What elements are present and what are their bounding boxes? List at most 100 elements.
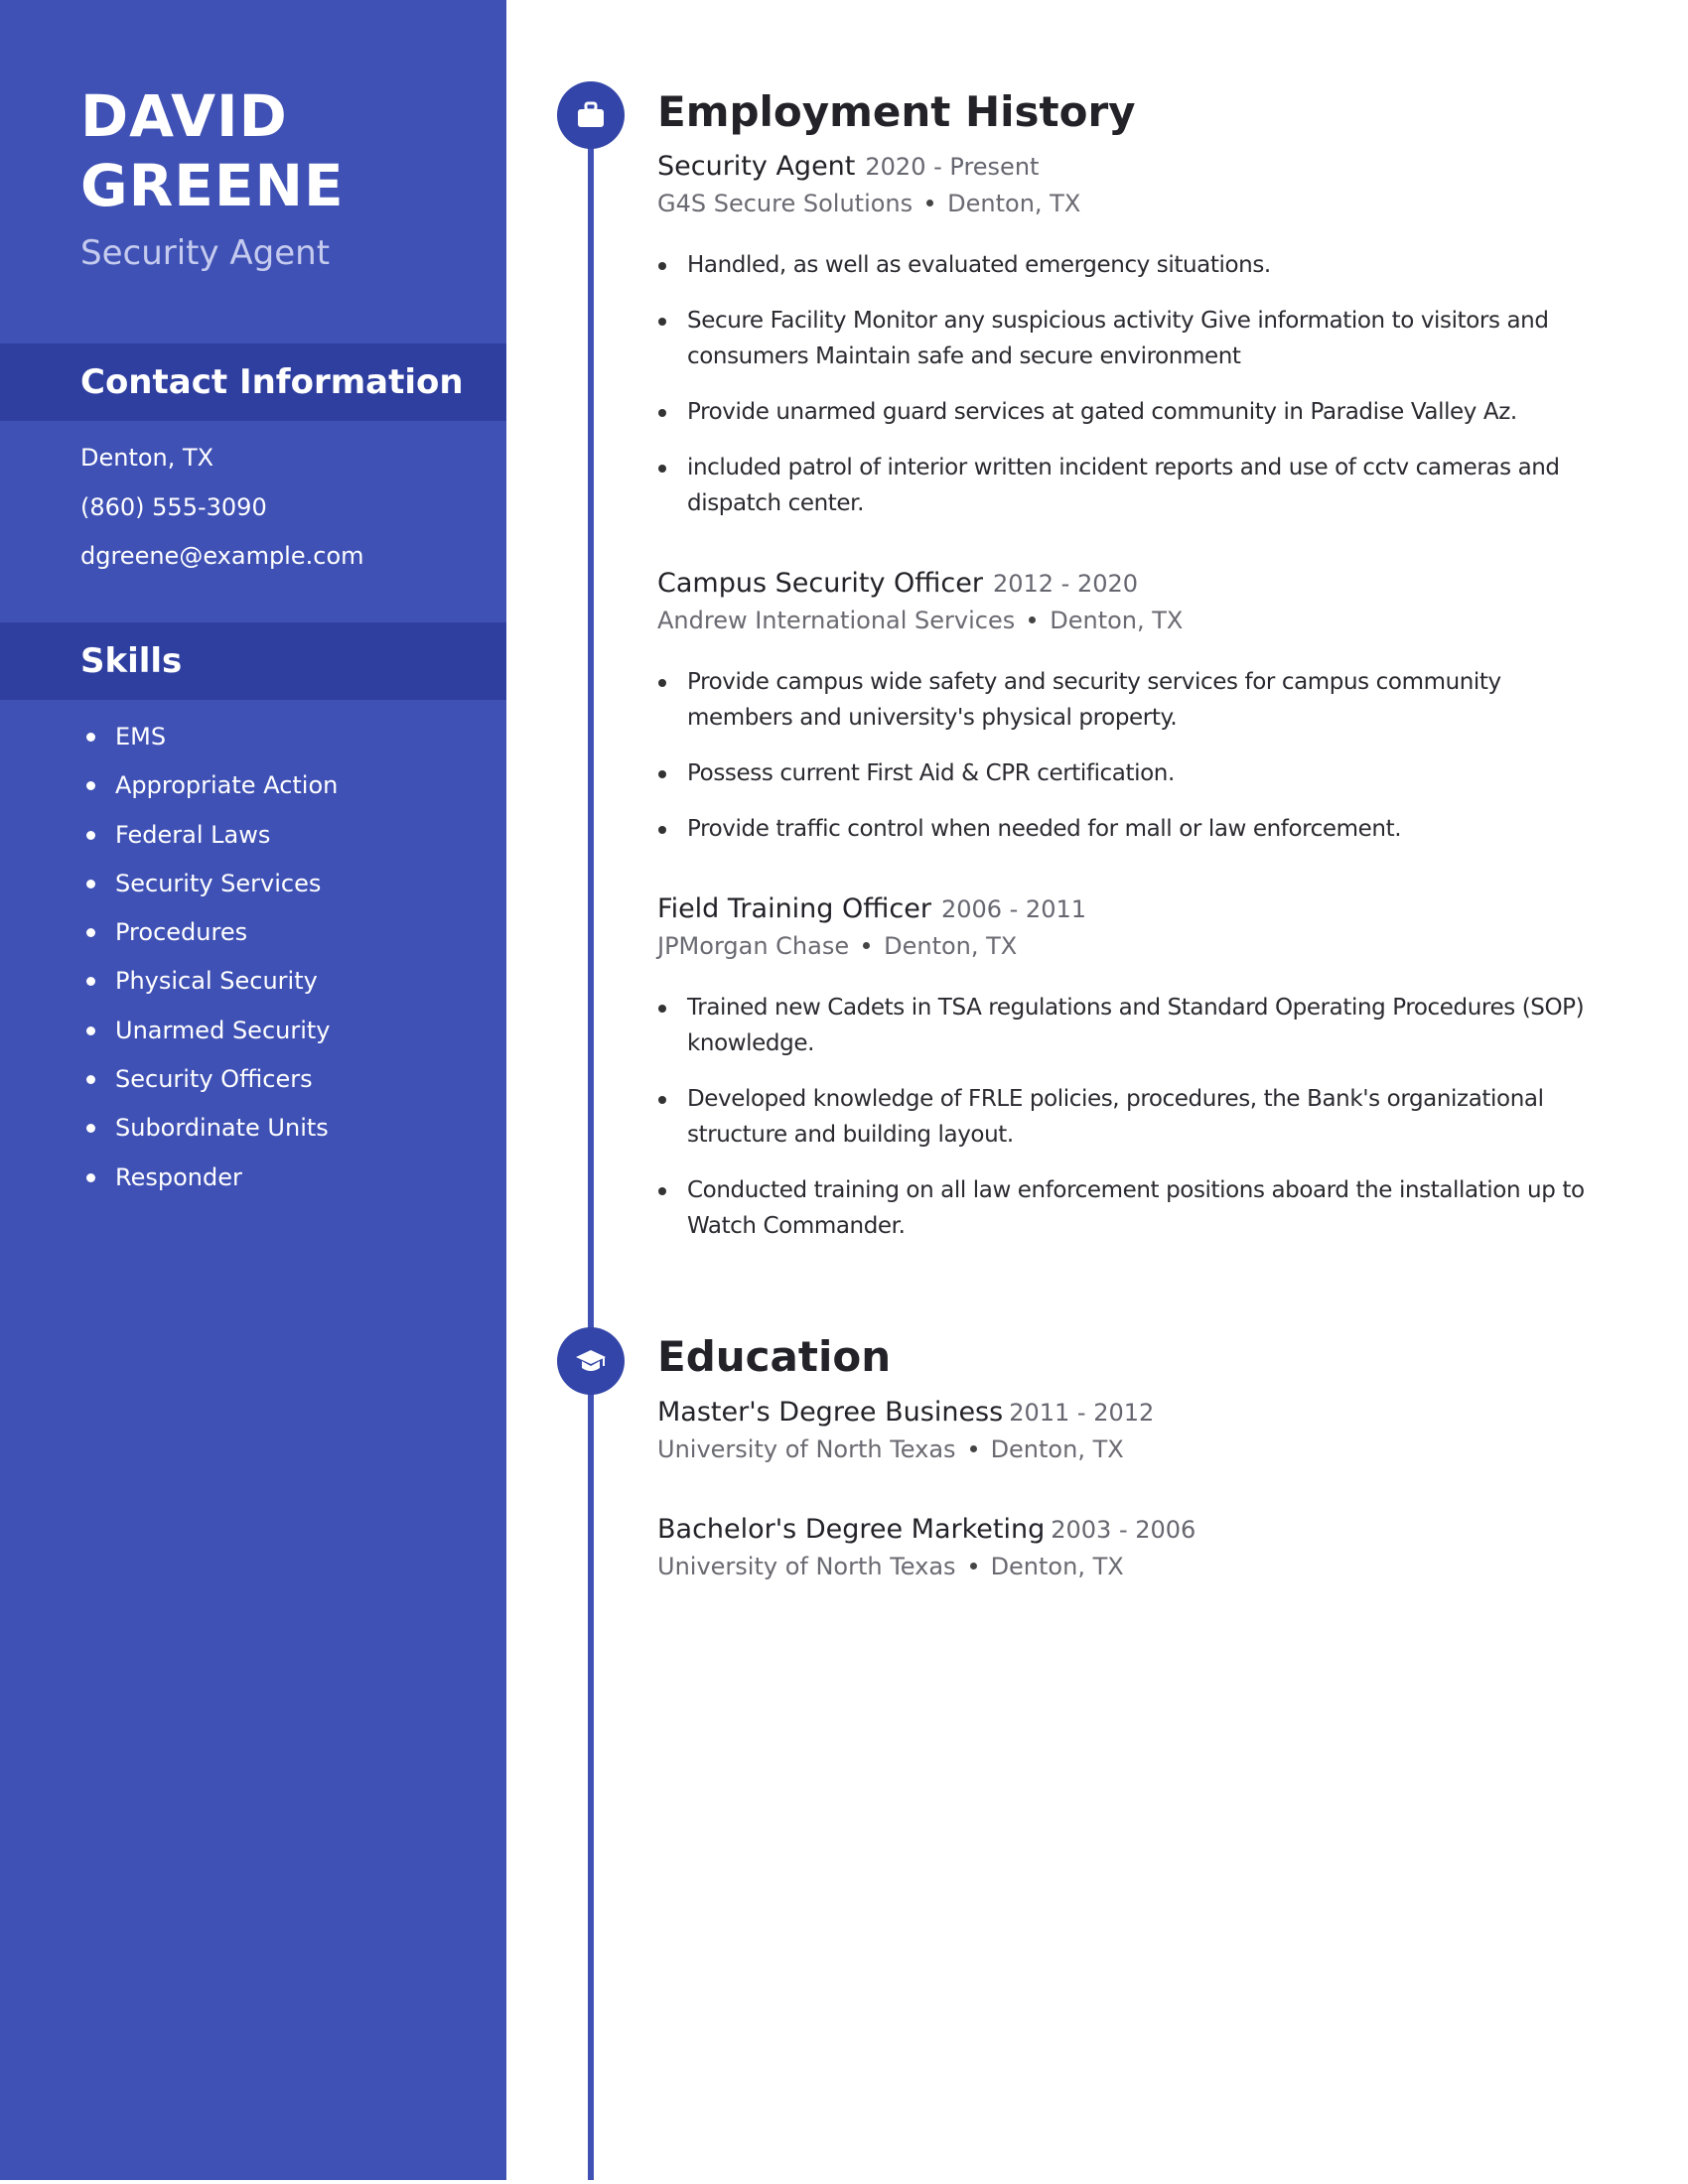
job-role: Security Agent [657,151,856,182]
last-name: GREENE [80,152,345,219]
briefcase-icon [557,81,625,149]
contact-phone: (860) 555-3090 [80,492,267,521]
education-dates: 2011 - 2012 [1009,1399,1155,1427]
job-dates: 2006 - 2011 [940,895,1087,923]
bullet-icon [86,928,95,938]
job-bullet: Possess current First Aid & CPR certific… [657,755,1611,791]
bullet-icon [86,879,95,888]
education-dates: 2003 - 2006 [1051,1516,1196,1544]
education-meta: University of North Texas Denton, TX [657,1431,1611,1468]
degree: Bachelor's Degree Marketing [657,1514,1046,1545]
job-header: Security Agent 2020 - Present [657,149,1611,185]
job-meta: JPMorgan Chase Denton, TX [657,927,1611,965]
employment-heading: Employment History [657,87,1136,136]
bullet-icon [658,262,666,270]
bullet-icon [658,465,666,473]
job-meta: G4S Secure Solutions Denton, TX [657,185,1611,222]
job-role: Campus Security Officer [657,568,983,599]
bullet-text: included patrol of interior written inci… [687,455,1560,516]
job-dates: 2020 - Present [865,153,1040,181]
contact-email[interactable]: dgreene@example.com [80,535,364,585]
skill-item: Subordinate Units [80,1104,338,1153]
bullet-icon [86,977,95,987]
job-role: Field Training Officer [657,893,931,924]
skill-item: Unarmed Security [80,1007,338,1055]
skills-section-header: Skills [0,622,506,700]
job-entry: Field Training Officer 2006 - 2011 JPMorg… [657,891,1611,1264]
separator-dot-icon [926,199,934,206]
school-location: Denton, TX [990,1553,1124,1580]
job-bullet: Conducted training on all law enforcemen… [657,1172,1611,1244]
degree: Master's Degree Business [657,1397,1004,1428]
bullet-icon [86,1124,95,1134]
job-location: Denton, TX [1050,607,1184,634]
job-dates: 2012 - 2020 [992,570,1139,598]
job-header: Field Training Officer 2006 - 2011 [657,891,1611,927]
skills-list: EMS Appropriate Action Federal Laws Secu… [80,713,338,1202]
bullet-icon [658,409,666,417]
skill-label: Security Officers [115,1065,313,1094]
bullet-icon [658,318,666,326]
education-entry: Bachelor's Degree Marketing 2003 - 2006 U… [657,1512,1611,1585]
education-header: Bachelor's Degree Marketing 2003 - 2006 [657,1512,1611,1548]
skill-label: Federal Laws [115,820,271,849]
separator-dot-icon [969,1562,977,1570]
bullet-icon [86,1172,95,1182]
bullet-icon [658,770,666,778]
job-bullet: Trained new Cadets in TSA regulations an… [657,990,1611,1061]
education-entry: Master's Degree Business 2011 - 2012 Univ… [657,1395,1611,1468]
bullet-icon [86,733,95,742]
bullet-icon [86,1075,95,1085]
skill-item: Security Services [80,860,338,908]
job-bullets: Handled, as well as evaluated emergency … [657,247,1611,521]
sidebar: DAVID GREENE Security Agent Contact Info… [0,0,506,2180]
job-entry: Campus Security Officer 2012 - 2020 Andre… [657,566,1611,867]
education-header: Master's Degree Business 2011 - 2012 [657,1395,1611,1431]
bullet-text: Provide unarmed guard services at gated … [687,399,1517,425]
bullet-text: Possess current First Aid & CPR certific… [687,760,1175,786]
skill-item: EMS [80,713,338,761]
bullet-icon [658,826,666,834]
timeline-line [588,109,594,2180]
job-bullet: Handled, as well as evaluated emergency … [657,247,1611,283]
skill-label: Subordinate Units [115,1114,329,1143]
skill-item: Federal Laws [80,811,338,860]
job-bullet: Secure Facility Monitor any suspicious a… [657,303,1611,374]
skill-item: Responder [80,1154,338,1202]
skill-item: Security Officers [80,1055,338,1104]
bullet-text: Provide traffic control when needed for … [687,816,1402,842]
skill-item: Procedures [80,908,338,957]
contact-section-header: Contact Information [0,343,506,421]
contact-info: Denton, TX (860) 555-3090 dgreene@exampl… [80,437,364,585]
bullet-text: Conducted training on all law enforcemen… [687,1177,1585,1239]
school-name: University of North Texas [657,1435,956,1463]
job-bullets: Trained new Cadets in TSA regulations an… [657,990,1611,1244]
separator-dot-icon [1029,615,1037,623]
bullet-icon [658,1187,666,1195]
candidate-name: DAVID GREENE [80,81,345,220]
skill-label: Security Services [115,869,322,897]
bullet-text: Developed knowledge of FRLE policies, pr… [687,1086,1544,1148]
bullet-text: Trained new Cadets in TSA regulations an… [687,995,1585,1056]
job-bullet: Provide campus wide safety and security … [657,664,1611,736]
bullet-icon [658,679,666,687]
company-name: JPMorgan Chase [657,932,850,960]
separator-dot-icon [863,941,871,949]
job-location: Denton, TX [947,190,1081,217]
job-bullet: Developed knowledge of FRLE policies, pr… [657,1081,1611,1153]
skill-label: Unarmed Security [115,1016,331,1044]
job-bullets: Provide campus wide safety and security … [657,664,1611,847]
skill-label: Appropriate Action [115,771,339,800]
bullet-text: Provide campus wide safety and security … [687,669,1501,731]
skill-item: Appropriate Action [80,761,338,810]
company-name: G4S Secure Solutions [657,190,914,217]
job-meta: Andrew International Services Denton, TX [657,602,1611,639]
job-entry: Security Agent 2020 - Present G4S Secure … [657,149,1611,541]
skill-label: EMS [115,723,167,751]
contact-location: Denton, TX [80,444,214,472]
school-location: Denton, TX [990,1435,1124,1463]
separator-dot-icon [969,1444,977,1452]
education-meta: University of North Texas Denton, TX [657,1548,1611,1585]
contact-heading: Contact Information [80,362,464,402]
bullet-icon [658,1096,666,1104]
